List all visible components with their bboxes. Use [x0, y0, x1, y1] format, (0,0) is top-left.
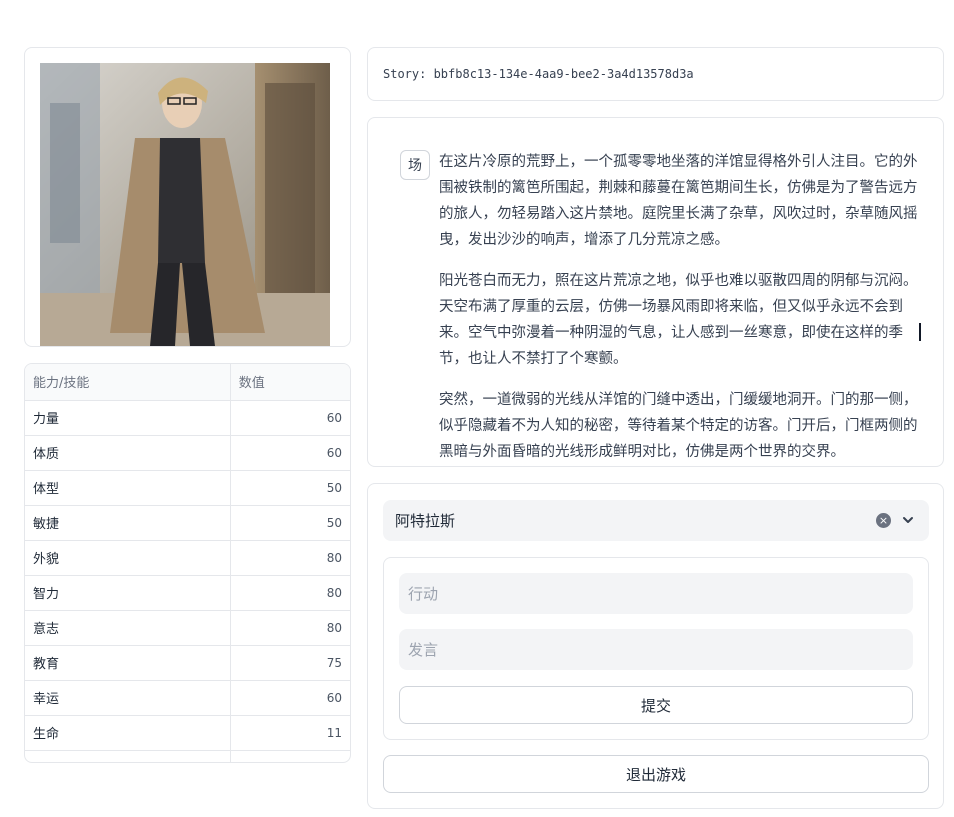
stat-name: 智力 [25, 575, 231, 611]
narrative-paragraph: 在这片冷原的荒野上，一个孤零零地坐落的洋馆显得格外引人注目。它的外围被铁制的篱笆… [439, 154, 918, 248]
action-form: 提交 [383, 557, 929, 740]
narrative-text: 在这片冷原的荒野上，一个孤零零地坐落的洋馆显得格外引人注目。它的外围被铁制的篱笆… [439, 149, 923, 466]
stat-value: 80 [229, 610, 350, 646]
character-select-value: 阿特拉斯 [395, 512, 456, 530]
stat-name: 幸运 [25, 680, 231, 716]
stats-header-row: 能力/技能 数值 [25, 364, 350, 401]
scene-badge: 场 [400, 150, 430, 180]
narrative-scrollbar[interactable] [919, 323, 921, 341]
table-row: 意志 80 [25, 610, 350, 646]
character-portrait-image [40, 63, 330, 346]
stat-value: 80 [229, 575, 350, 611]
speech-input[interactable] [399, 629, 913, 670]
clear-icon[interactable]: × [876, 513, 891, 528]
stats-table: 能力/技能 数值 力量 60 体质 60 体型 50 敏捷 50 外貌 80 智力 80 意… [25, 364, 350, 762]
stat-name: 体型 [25, 470, 231, 506]
story-id-label: Story: bbfb8c13-134e-4aa9-bee2-3a4d13578… [383, 67, 694, 81]
exit-game-button[interactable]: 退出游戏 [383, 755, 929, 793]
table-row: 教育 75 [25, 645, 350, 681]
stat-name: 力量 [25, 400, 231, 436]
stat-value: 60 [229, 680, 350, 716]
stat-value: 75 [229, 645, 350, 681]
table-row: 体质 60 [25, 435, 350, 471]
stat-value: 11 [229, 715, 350, 751]
submit-button[interactable]: 提交 [399, 686, 913, 724]
stat-value: 60 [229, 400, 350, 436]
narrative-paragraph: 突然，一道微弱的光线从洋馆的门缝中透出，门缓缓地洞开。门的那一侧，似乎隐藏着不为… [439, 392, 918, 460]
narrative-paragraph: 阳光苍白而无力，照在这片荒凉之地，似乎也难以驱散四周的阴郁与沉闷。天空布满了厚重… [439, 273, 918, 367]
stat-value: 50 [229, 470, 350, 506]
stats-header-value[interactable]: 数值 [229, 364, 350, 401]
stat-name: 教育 [25, 645, 231, 681]
stats-table-card: 能力/技能 数值 力量 60 体质 60 体型 50 敏捷 50 外貌 80 智力 80 意… [24, 363, 351, 763]
table-row: 力量 60 [25, 400, 350, 436]
stat-value: 50 [229, 505, 350, 541]
portrait-card [24, 47, 351, 347]
table-row: 外貌 80 [25, 540, 350, 576]
table-row: 敏捷 50 [25, 505, 350, 541]
character-select[interactable]: 阿特拉斯 × [383, 500, 929, 541]
stat-value: 80 [229, 540, 350, 576]
stat-name: 生命 [25, 715, 231, 751]
narrative-panel[interactable]: 场 在这片冷原的荒野上，一个孤零零地坐落的洋馆显得格外引人注目。它的外围被铁制的… [367, 117, 944, 467]
table-row-cutoff [25, 750, 350, 762]
stat-name: 外貌 [25, 540, 231, 576]
table-row: 智力 80 [25, 575, 350, 611]
action-input[interactable] [399, 573, 913, 614]
table-row: 幸运 60 [25, 680, 350, 716]
story-id-card: Story: bbfb8c13-134e-4aa9-bee2-3a4d13578… [367, 47, 944, 101]
stat-name: 敏捷 [25, 505, 231, 541]
chevron-down-icon[interactable] [901, 512, 915, 528]
table-row: 生命 11 [25, 715, 350, 751]
stat-value: 60 [229, 435, 350, 471]
stat-name: 体质 [25, 435, 231, 471]
stat-name: 意志 [25, 610, 231, 646]
stats-header-name[interactable]: 能力/技能 [25, 364, 231, 401]
control-panel: 阿特拉斯 × 提交 退出游戏 [367, 483, 944, 809]
table-row: 体型 50 [25, 470, 350, 506]
